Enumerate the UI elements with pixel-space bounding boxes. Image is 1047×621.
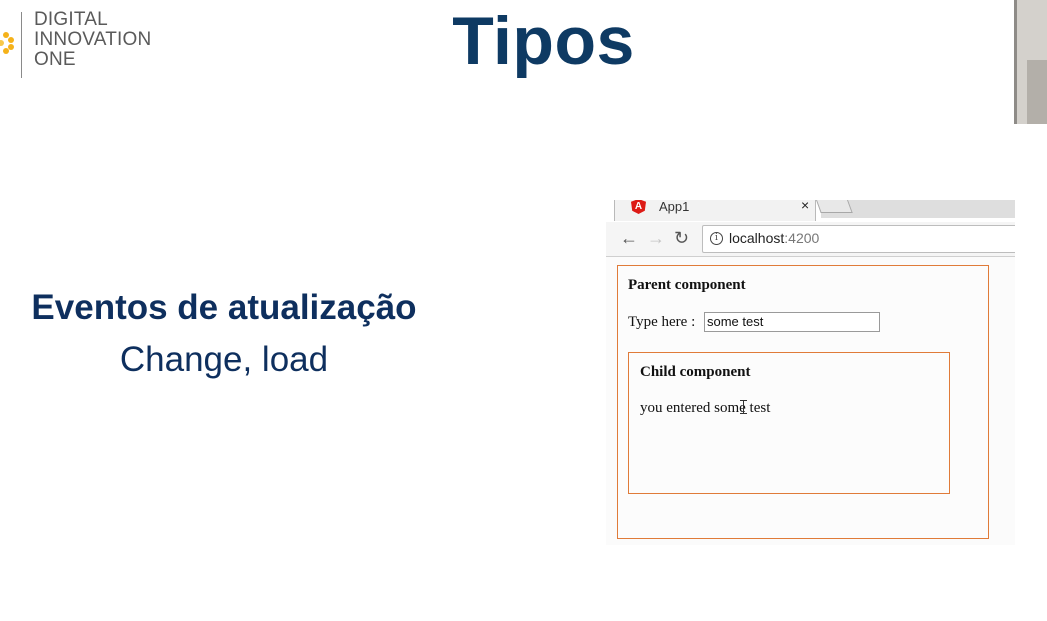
reload-icon[interactable]: ↻ bbox=[674, 228, 689, 248]
url-host: localhost bbox=[729, 230, 785, 246]
back-arrow-icon[interactable]: ← bbox=[620, 228, 638, 248]
child-component: Child component you entered some test bbox=[628, 352, 950, 494]
type-input[interactable]: some test bbox=[704, 312, 880, 332]
navigation-bar: ← → ↻ i localhost:4200 bbox=[606, 222, 1015, 257]
slide-heading: Eventos de atualização bbox=[31, 288, 417, 327]
address-bar[interactable]: i localhost:4200 bbox=[702, 225, 1015, 253]
browser-window-screenshot: A App1 × ← → ↻ i localhost:4200 Parent c… bbox=[606, 200, 1015, 545]
slide-subheading: Change, load bbox=[119, 340, 329, 379]
slide-title: Tipos bbox=[452, 3, 635, 79]
angular-icon: A bbox=[631, 200, 646, 214]
info-icon[interactable]: i bbox=[710, 232, 723, 245]
parent-component: Parent component Type here : some test C… bbox=[617, 265, 989, 539]
type-label: Type here : bbox=[628, 314, 696, 330]
forward-arrow-icon[interactable]: → bbox=[647, 228, 665, 248]
tab-label: App1 bbox=[659, 200, 690, 214]
page-content: Parent component Type here : some test C… bbox=[606, 257, 1015, 545]
text-cursor-icon bbox=[740, 400, 747, 414]
tab-bar: A App1 × bbox=[606, 200, 1015, 222]
child-output-text: you entered some test bbox=[640, 400, 771, 416]
tab-app1[interactable]: A App1 × bbox=[614, 200, 816, 221]
parent-title: Parent component bbox=[628, 277, 746, 293]
url-port: :4200 bbox=[784, 230, 820, 246]
child-title: Child component bbox=[640, 364, 751, 380]
new-tab-button[interactable] bbox=[815, 200, 853, 213]
url-text[interactable]: localhost:4200 bbox=[729, 230, 819, 246]
close-icon[interactable]: × bbox=[801, 200, 809, 213]
webcam-overlay bbox=[1014, 0, 1047, 124]
